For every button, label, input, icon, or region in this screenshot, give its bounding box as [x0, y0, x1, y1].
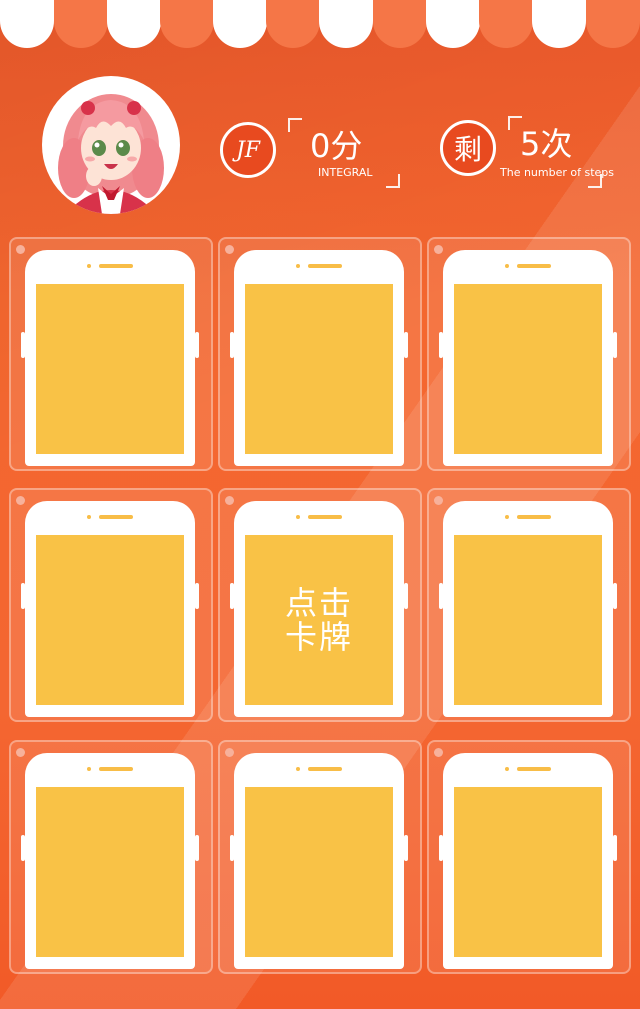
- card-slot[interactable]: [9, 488, 213, 722]
- shop-awning: [0, 0, 640, 48]
- phone-camera-icon: [296, 767, 300, 771]
- phone-camera-icon: [296, 264, 300, 268]
- phone-speaker-icon: [517, 264, 551, 268]
- phone-card[interactable]: [21, 753, 199, 969]
- card-slot[interactable]: [218, 740, 422, 974]
- phone-side-button: [439, 583, 443, 609]
- phone-side-button: [21, 835, 25, 861]
- bracket-decoration: [386, 174, 400, 188]
- phone-side-button: [21, 583, 25, 609]
- phone-side-button: [404, 835, 408, 861]
- phone-side-button: [195, 583, 199, 609]
- phone-speaker-icon: [99, 515, 133, 519]
- card-slot[interactable]: [218, 237, 422, 471]
- phone-side-button: [613, 583, 617, 609]
- phone-camera-icon: [87, 264, 91, 268]
- phone-speaker-icon: [517, 515, 551, 519]
- phone-camera-icon: [296, 515, 300, 519]
- phone-side-button: [404, 583, 408, 609]
- phone-card[interactable]: [230, 753, 408, 969]
- phone-side-button: [613, 835, 617, 861]
- phone-card[interactable]: [439, 250, 617, 466]
- phone-side-button: [230, 583, 234, 609]
- phone-speaker-icon: [308, 515, 342, 519]
- corner-dot-icon: [225, 748, 234, 757]
- steps-value: 5次: [520, 125, 573, 163]
- card-screen[interactable]: 点击卡牌: [245, 535, 393, 705]
- card-text: 点击卡牌: [284, 584, 353, 656]
- corner-dot-icon: [225, 496, 234, 505]
- phone-side-button: [404, 332, 408, 358]
- steps-badge-icon: 剩: [440, 120, 496, 176]
- corner-dot-icon: [225, 245, 234, 254]
- score-label: INTEGRAL: [318, 166, 373, 179]
- phone-speaker-icon: [517, 767, 551, 771]
- card-screen[interactable]: [454, 284, 602, 454]
- card-screen[interactable]: [245, 284, 393, 454]
- card-screen[interactable]: [36, 535, 184, 705]
- phone-side-button: [230, 835, 234, 861]
- score-badge-icon: JF: [220, 122, 276, 178]
- corner-dot-icon: [16, 245, 25, 254]
- steps-label: The number of steps: [500, 166, 615, 179]
- corner-dot-icon: [434, 496, 443, 505]
- card-screen[interactable]: [36, 284, 184, 454]
- card-slot[interactable]: [9, 237, 213, 471]
- phone-side-button: [439, 835, 443, 861]
- phone-side-button: [439, 332, 443, 358]
- phone-side-button: [613, 332, 617, 358]
- phone-card[interactable]: 点击卡牌: [230, 501, 408, 717]
- phone-speaker-icon: [99, 767, 133, 771]
- score-value: 0分: [310, 127, 363, 165]
- corner-dot-icon: [16, 748, 25, 757]
- corner-dot-icon: [434, 748, 443, 757]
- phone-camera-icon: [87, 767, 91, 771]
- card-slot[interactable]: [427, 237, 631, 471]
- card-slot[interactable]: [427, 488, 631, 722]
- phone-card[interactable]: [230, 250, 408, 466]
- phone-speaker-icon: [99, 264, 133, 268]
- phone-camera-icon: [505, 515, 509, 519]
- card-screen[interactable]: [245, 787, 393, 957]
- card-screen[interactable]: [36, 787, 184, 957]
- phone-side-button: [230, 332, 234, 358]
- bracket-decoration: [288, 118, 302, 132]
- phone-card[interactable]: [21, 250, 199, 466]
- corner-dot-icon: [16, 496, 25, 505]
- card-screen[interactable]: [454, 535, 602, 705]
- phone-side-button: [195, 835, 199, 861]
- corner-dot-icon: [434, 245, 443, 254]
- phone-side-button: [195, 332, 199, 358]
- phone-card[interactable]: [439, 753, 617, 969]
- phone-speaker-icon: [308, 767, 342, 771]
- phone-card[interactable]: [21, 501, 199, 717]
- phone-camera-icon: [505, 264, 509, 268]
- card-slot[interactable]: 点击卡牌: [218, 488, 422, 722]
- phone-camera-icon: [505, 767, 509, 771]
- phone-speaker-icon: [308, 264, 342, 268]
- phone-card[interactable]: [439, 501, 617, 717]
- card-slot[interactable]: [9, 740, 213, 974]
- anime-girl-avatar: [42, 76, 180, 214]
- phone-camera-icon: [87, 515, 91, 519]
- card-slot[interactable]: [427, 740, 631, 974]
- phone-side-button: [21, 332, 25, 358]
- card-screen[interactable]: [454, 787, 602, 957]
